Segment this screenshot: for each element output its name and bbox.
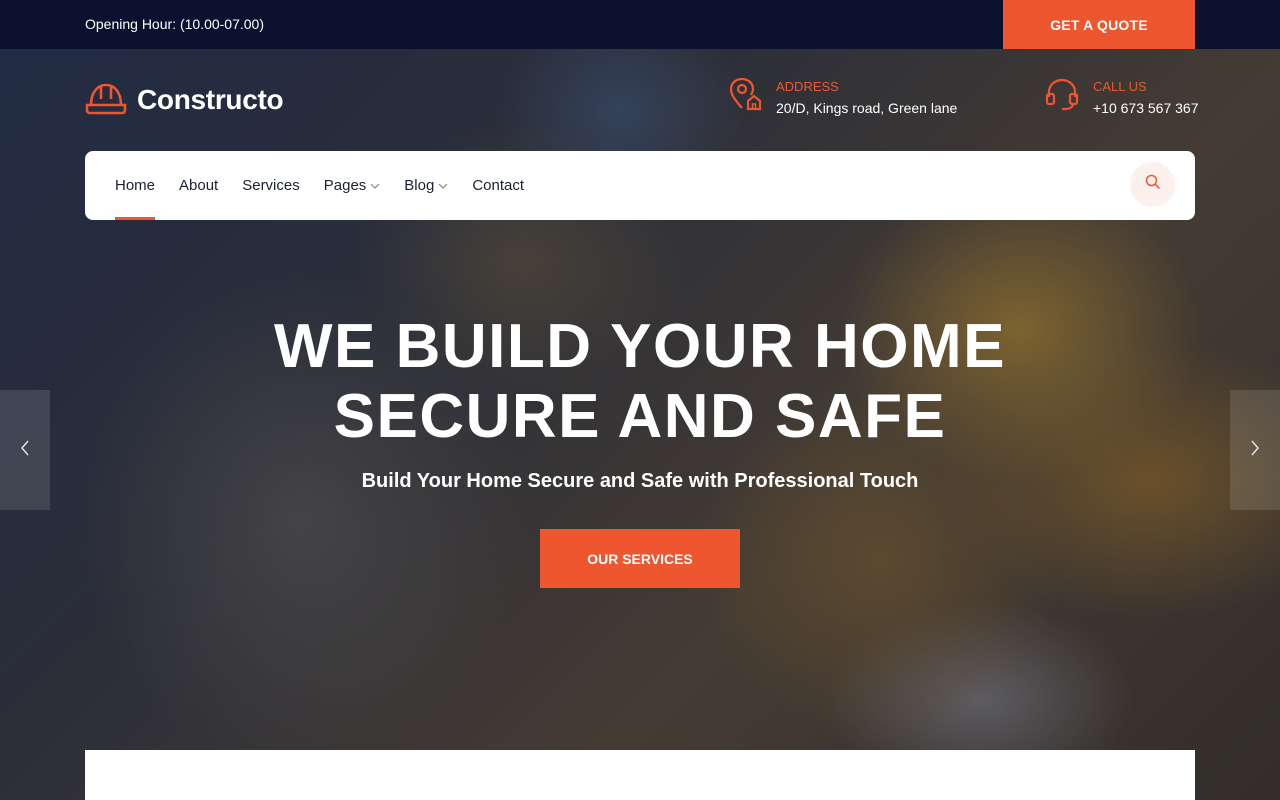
content-panel (85, 750, 1195, 800)
chevron-left-icon (20, 440, 30, 461)
address-block: ADDRESS 20/D, Kings road, Green lane (728, 77, 957, 116)
nav-item-services[interactable]: Services (242, 151, 300, 220)
get-a-quote-button[interactable]: GET A QUOTE (1003, 0, 1195, 49)
nav-item-home[interactable]: Home (115, 151, 156, 220)
opening-hours: Opening Hour: (10.00-07.00) (85, 16, 264, 32)
hero-title-line-2: SECURE AND SAFE (333, 382, 947, 451)
slider-prev-button[interactable] (0, 390, 50, 510)
hero-title: WE BUILD YOUR HOME SECURE AND SAFE (0, 312, 1280, 452)
nav-item-about[interactable]: About (179, 151, 218, 220)
slider-next-button[interactable] (1230, 390, 1280, 510)
nav-item-pages[interactable]: Pages (324, 151, 381, 220)
brand-logo[interactable]: Constructo (85, 79, 284, 122)
nav-item-blog[interactable]: Blog (404, 151, 448, 220)
phone-number[interactable]: +10 673 567 367 (1093, 100, 1199, 116)
search-button[interactable] (1130, 162, 1175, 207)
hero-title-line-1: WE BUILD YOUR HOME (274, 312, 1006, 381)
address-label: ADDRESS (776, 79, 839, 94)
chevron-right-icon (1250, 440, 1260, 461)
call-us-block: CALL US +10 673 567 367 (1045, 77, 1199, 116)
chevron-down-icon (370, 182, 380, 192)
main-navigation: Home About Services Pages Blog Contact (85, 151, 1195, 220)
call-us-label: CALL US (1093, 79, 1147, 94)
search-icon (1145, 174, 1161, 195)
hard-hat-icon (85, 79, 127, 122)
top-bar: Opening Hour: (10.00-07.00) GET A QUOTE (0, 0, 1280, 49)
nav-item-contact[interactable]: Contact (472, 151, 524, 220)
nav-menu: Home About Services Pages Blog Contact (115, 151, 524, 220)
brand-name: Constructo (137, 84, 284, 115)
headset-icon (1045, 77, 1079, 116)
hero-subtitle: Build Your Home Secure and Safe with Pro… (361, 470, 919, 492)
address-value: 20/D, Kings road, Green lane (776, 100, 958, 116)
chevron-down-icon (438, 182, 448, 192)
location-home-icon (728, 77, 762, 116)
our-services-button[interactable]: OUR SERVICES (540, 529, 740, 588)
